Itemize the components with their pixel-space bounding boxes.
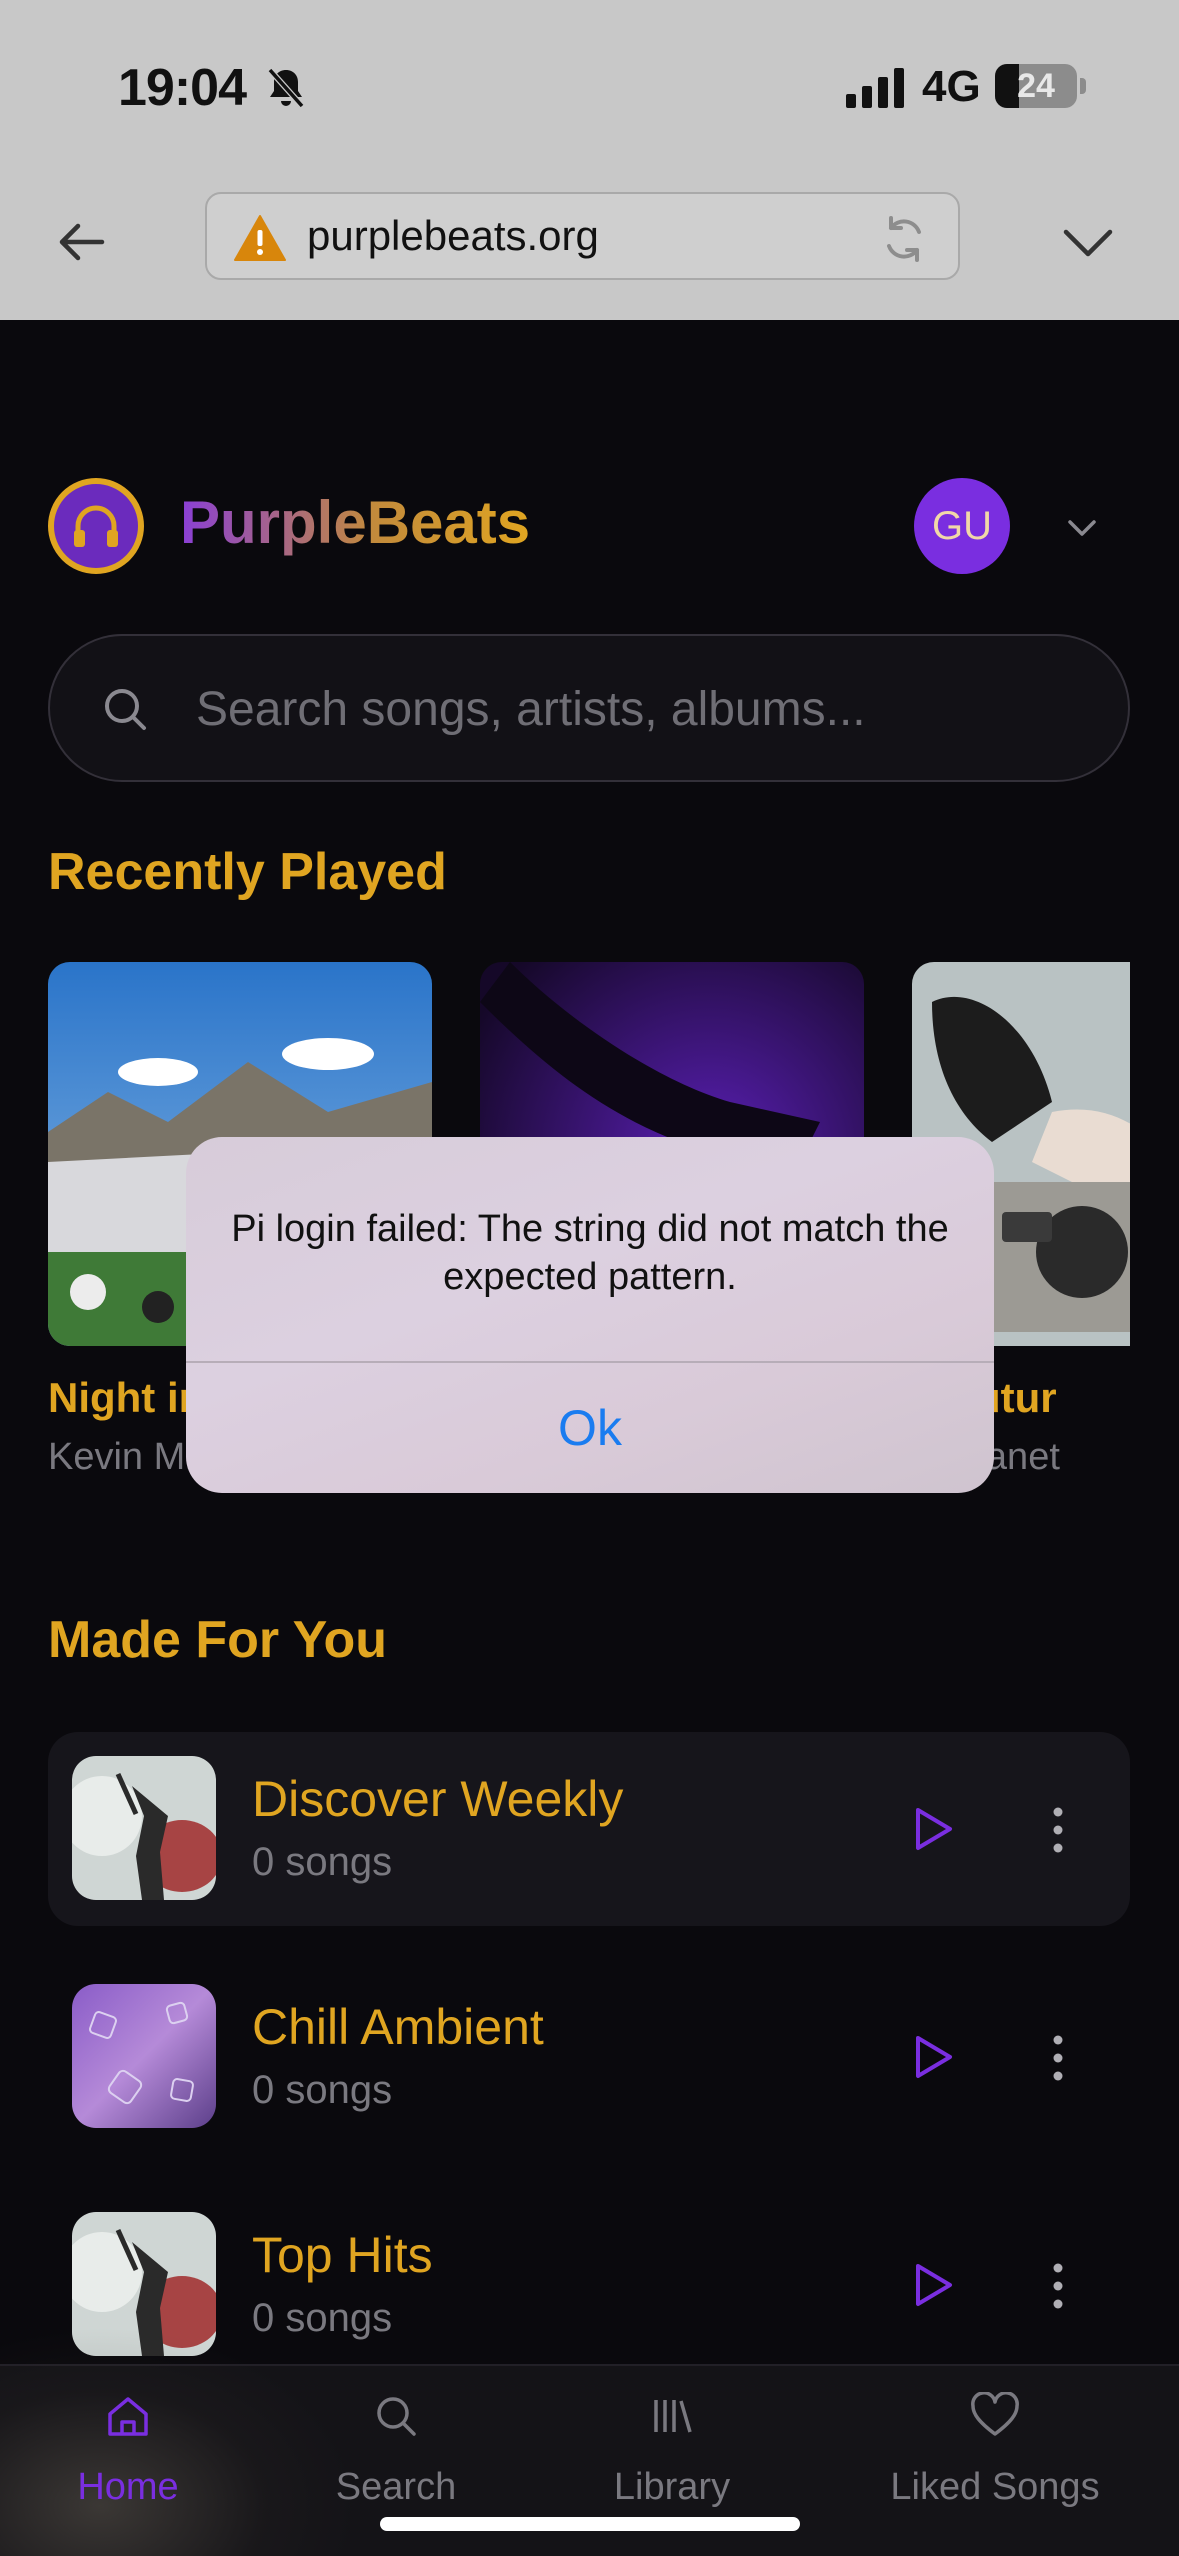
battery-level: 24 <box>1017 67 1055 105</box>
url-text: purplebeats.org <box>307 212 599 259</box>
status-bar: 19:04 4G 24 <box>0 0 1179 170</box>
status-time: 19:04 <box>118 59 247 117</box>
network-type: 4G <box>922 62 981 111</box>
battery-tip <box>1080 78 1086 94</box>
chevron-down-icon[interactable] <box>1058 212 1118 272</box>
alert-ok-button[interactable]: Ok <box>186 1363 994 1493</box>
browser-toolbar: purplebeats.org <box>0 170 1179 320</box>
warning-icon <box>234 215 286 261</box>
address-bar[interactable]: purplebeats.org <box>205 192 960 280</box>
bell-muted-icon <box>267 68 305 108</box>
reload-icon[interactable] <box>879 214 929 264</box>
alert-dialog: Pi login failed: The string did not matc… <box>186 1137 994 1493</box>
alert-message: Pi login failed: The string did not matc… <box>231 1208 949 1298</box>
cellular-signal-icon <box>846 68 904 108</box>
back-arrow-icon[interactable] <box>52 212 112 272</box>
battery-icon: 24 <box>995 64 1077 108</box>
